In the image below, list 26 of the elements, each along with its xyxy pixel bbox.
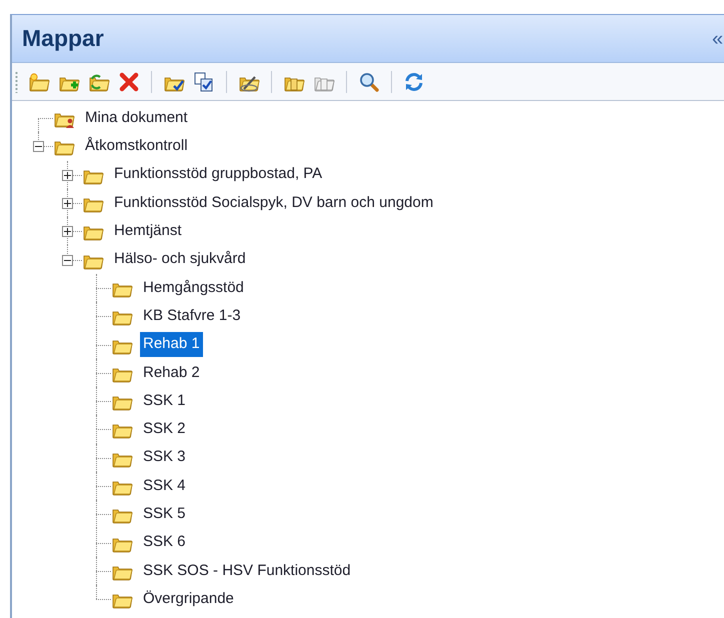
tree-item[interactable]: Rehab 1 [140,332,203,357]
tree-item[interactable]: Hälso- och sjukvård [111,247,249,272]
tree-item[interactable]: Funktionsstöd gruppbostad, PA [111,162,326,187]
tree-item[interactable]: SSK 6 [140,530,189,555]
tree-item[interactable]: Hemgångsstöd [140,276,247,300]
tree-item[interactable]: Hemtjänst [111,219,185,244]
tree-item[interactable]: SSK 1 [140,388,189,414]
expand-toggle[interactable] [62,198,73,210]
tree-item[interactable]: SSK 5 [140,502,189,527]
panel-title: Mappar [22,24,104,54]
tree-item[interactable]: Övergripande [140,586,237,612]
tree-item[interactable]: SSK 3 [140,445,189,470]
tree-item[interactable]: SSK 4 [140,474,189,498]
tree-item[interactable]: Åtkomstkontroll [82,134,191,159]
tree-item[interactable]: Rehab 2 [140,360,203,386]
expand-toggle[interactable] [62,226,73,238]
tree-item[interactable]: KB Stafvre 1-3 [140,304,244,328]
collapse-button[interactable]: « [712,28,724,48]
expand-toggle[interactable] [62,170,73,181]
tree-item[interactable]: Funktionsstöd Socialspyk, DV barn och ungdom [111,190,436,216]
toolbar-grip[interactable] [15,70,18,92]
collapse-toggle[interactable] [62,254,73,266]
tree-item[interactable]: SSK SOS - HSV Funktionsstöd [140,558,354,584]
tree-item[interactable]: Mina dokument [82,106,191,130]
tree-item[interactable]: SSK 2 [140,417,189,442]
collapse-toggle[interactable] [33,141,44,152]
